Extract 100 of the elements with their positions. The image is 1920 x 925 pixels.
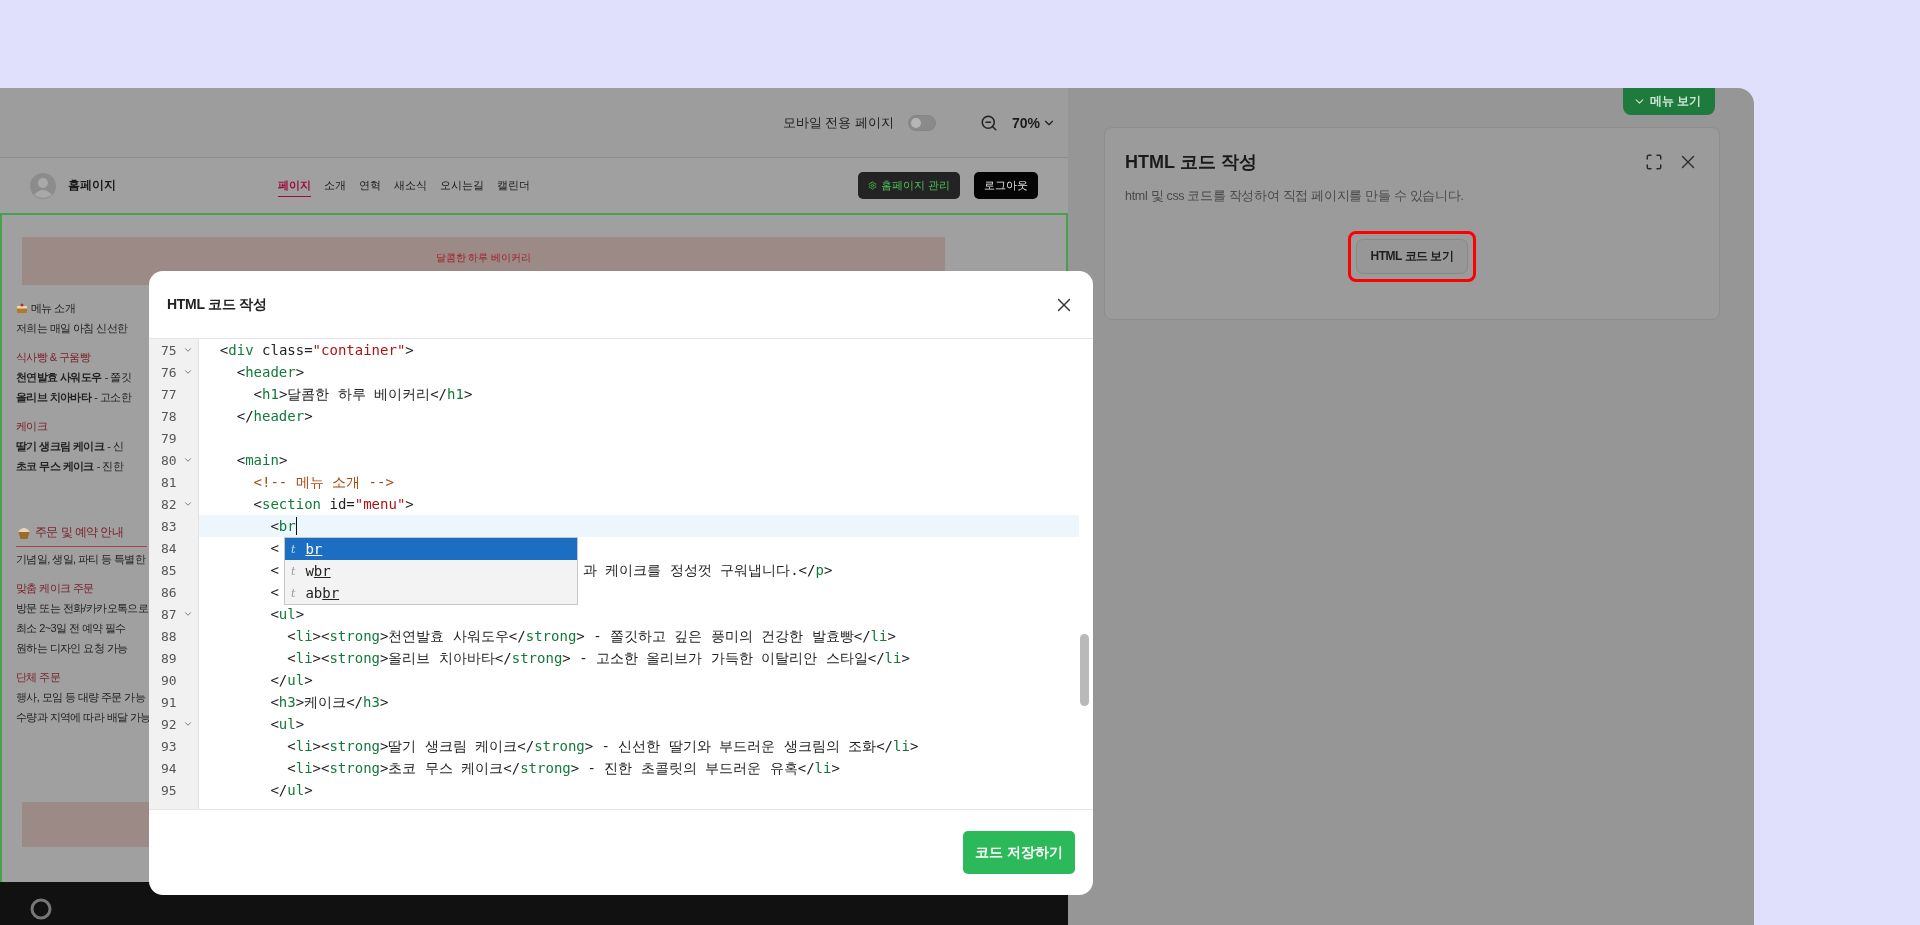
subheading: 맞춤 케이크 주문 <box>16 581 95 596</box>
text-line: 수량과 지역에 따라 배달 가능 <box>16 710 147 725</box>
line-number: 85 <box>161 562 178 578</box>
code-line: </ul> <box>269 671 313 690</box>
suggestion-text: abbr <box>305 585 340 601</box>
line-number: 82 <box>161 496 178 512</box>
subheading: 단체 주문 <box>16 670 62 685</box>
modal-title: HTML 코드 작성 <box>167 295 267 314</box>
gear-icon <box>867 181 877 190</box>
code-line: <li><strong>초코 무스 케이크</strong> - 진한 초콜릿의 부드러운 유혹</li> <box>286 759 840 778</box>
mobile-page-label: 모바일 전용 페이지 <box>782 113 894 132</box>
circle-icon <box>30 898 52 920</box>
zoom-dropdown[interactable]: 70% <box>1011 114 1056 131</box>
line-number: 88 <box>161 628 178 644</box>
line-number: 76 <box>161 364 178 380</box>
line-number: 93 <box>161 738 178 754</box>
fold-icon[interactable] <box>183 345 193 355</box>
fold-icon[interactable] <box>183 499 193 509</box>
line-number: 95 <box>161 782 178 798</box>
code-line: <div class="container"> <box>218 341 414 360</box>
type-icon: t <box>291 586 296 600</box>
line-number: 94 <box>161 760 178 776</box>
line-number: 86 <box>161 584 178 600</box>
panel-description: html 및 css 코드를 작성하여 직접 페이지를 만들 수 있습니다. <box>1125 188 1465 205</box>
fold-icon[interactable] <box>183 367 193 377</box>
text-line: 원하는 디자인 요청 가능 <box>16 641 129 656</box>
line-number: 79 <box>161 430 178 446</box>
subheading: 식사빵 & 구움빵 <box>16 350 92 365</box>
code-line: < <box>269 539 279 558</box>
type-icon: t <box>291 564 296 578</box>
suggestion-item[interactable]: t abbr <box>285 582 577 604</box>
heading-text: 주문 및 예약 안내 <box>35 524 123 541</box>
cupcake-icon <box>16 525 32 540</box>
text-line: 기념일, 생일, 파티 등 특별한 <box>16 552 147 567</box>
suggestion-item[interactable]: t br <box>285 538 577 560</box>
zoom-out-icon[interactable] <box>979 113 998 132</box>
text-line: 천연발효 사워도우 - 쫄깃 <box>16 370 132 385</box>
code-line: </ul> <box>269 781 313 800</box>
code-line: <h1>달콤한 하루 베이커리</h1> <box>252 385 473 404</box>
code-line: <main> <box>235 451 288 470</box>
nav-link[interactable]: 새소식 <box>394 174 427 197</box>
code-line: < <box>269 561 279 580</box>
line-number: 89 <box>161 650 178 666</box>
type-icon: t <box>291 542 296 556</box>
text-line: 방문 또는 전화/카카오톡으로 <box>16 601 147 616</box>
code-line: <ul> <box>269 715 305 734</box>
code-editor[interactable] <box>149 338 1093 810</box>
code-line: <h3>케이크</h3> <box>269 693 389 712</box>
line-number: 87 <box>161 606 178 622</box>
subheading: 케이크 <box>16 419 49 434</box>
text-line: 딸기 생크림 케이크 - 신 <box>16 439 125 454</box>
text-line: 저희는 매일 아침 신선한 <box>16 321 129 336</box>
text-cursor <box>295 517 297 535</box>
banner-title: 달콤한 하루 베이커리 <box>435 251 532 265</box>
scrollbar-thumb[interactable] <box>1080 634 1089 706</box>
line-number: 92 <box>161 716 178 732</box>
fold-icon[interactable] <box>183 719 193 729</box>
code-line: <li><strong>올리브 치아바타</strong> - 고소한 올리브가 가득한 이탈리안 스타일</li> <box>286 649 910 668</box>
expand-icon[interactable] <box>1645 153 1663 171</box>
view-code-button[interactable]: HTML 코드 보기 <box>1355 239 1469 274</box>
nav-link[interactable]: 소개 <box>324 174 346 197</box>
code-line: <header> <box>235 363 305 382</box>
manage-button[interactable]: 홈페이지 관리 <box>857 172 960 199</box>
code-line: <li><strong>천연발효 사워도우</strong> - 쫄깃하고 깊은 풍미의 건강한 발효빵</li> <box>286 627 896 646</box>
line-number: 77 <box>161 386 178 402</box>
text-line: 최소 2~3일 전 예약 필수 <box>16 621 127 636</box>
avatar-icon <box>30 172 56 199</box>
code-line: <!-- 메뉴 소개 --> <box>252 473 394 492</box>
line-number: 90 <box>161 672 178 688</box>
cake-icon <box>16 303 28 314</box>
mobile-toggle[interactable] <box>907 114 936 131</box>
code-line: <br <box>269 517 296 536</box>
site-name: 홈페이지 <box>68 177 117 194</box>
menu-tab[interactable]: 메뉴 보기 <box>1622 88 1715 115</box>
code-line: 과 케이크를 정성껏 구워냅니다.</p> <box>582 561 833 580</box>
fold-icon[interactable] <box>183 609 193 619</box>
nav-link[interactable]: 오시는길 <box>440 174 484 197</box>
line-number: 83 <box>161 518 178 534</box>
nav-link[interactable]: 연혁 <box>359 174 381 197</box>
line-number: 91 <box>161 694 178 710</box>
panel-title: HTML 코드 작성 <box>1125 151 1258 174</box>
code-line: </header> <box>235 407 313 426</box>
suggestion-text: wbr <box>305 563 331 579</box>
text-line: 행사, 모임 등 대량 주문 가능 <box>16 690 147 705</box>
logout-button[interactable]: 로그아웃 <box>974 172 1038 199</box>
line-number: 75 <box>161 342 178 358</box>
heading-text: 메뉴 소개 <box>31 301 76 316</box>
suggestion-text: br <box>305 541 323 557</box>
text-line: 초코 무스 케이크 - 진한 <box>16 459 125 474</box>
code-line: < <box>269 583 279 602</box>
line-number: 78 <box>161 408 178 424</box>
code-line: <li><strong>딸기 생크림 케이크</strong> - 신선한 딸기와 부드러운 생크림의 조화</li> <box>286 737 919 756</box>
text-line: 올리브 치아바타 - 고소한 <box>16 390 133 405</box>
nav-link[interactable]: 캘린더 <box>497 174 530 197</box>
line-number: 80 <box>161 452 178 468</box>
line-number: 84 <box>161 540 178 556</box>
line-number: 81 <box>161 474 178 490</box>
fold-icon[interactable] <box>183 455 193 465</box>
code-line: <section id="menu"> <box>252 495 414 514</box>
suggestion-item[interactable]: t wbr <box>285 560 577 582</box>
